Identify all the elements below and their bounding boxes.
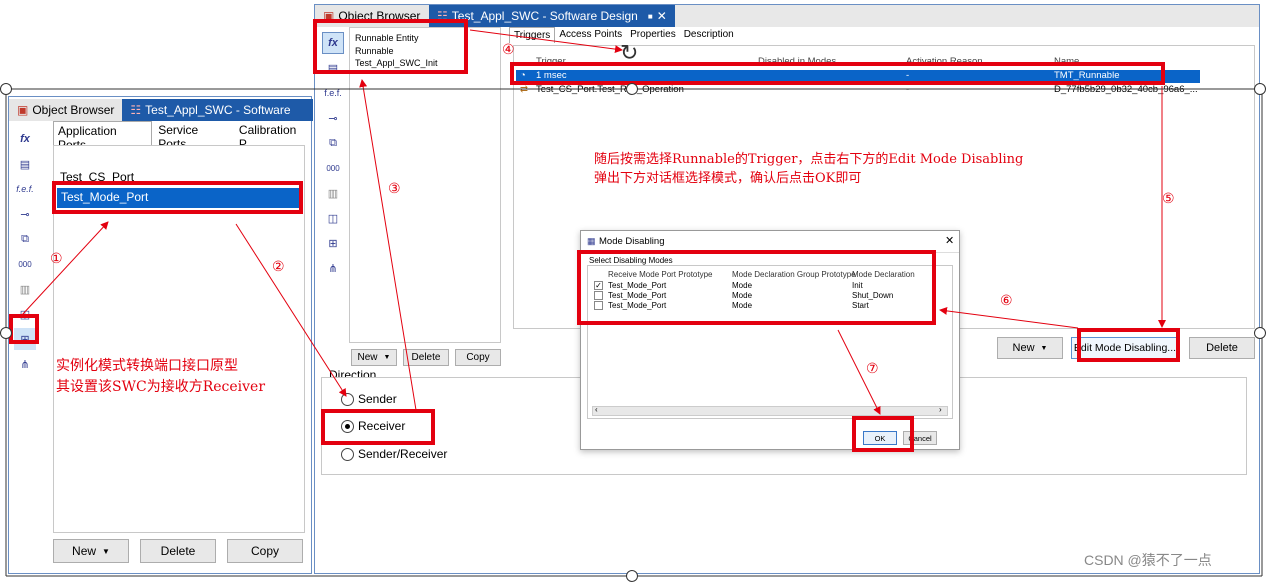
resize-handle[interactable] [0,83,12,95]
note-right-1: 随后按需选择Runnable的Trigger，点击右下方的Edit Mode D… [594,152,1024,167]
step-2-label: ② [272,258,285,274]
note-left-2: 其设置该SWC为接收方Receiver [56,379,266,395]
step-1-label: ① [50,250,63,266]
step-4-label: ④ [502,41,515,57]
step-6-label: ⑥ [1000,292,1013,308]
note-left-1: 实例化模式转换端口接口原型 [56,358,238,374]
csdn-watermark: CSDN @猿不了一点 [1084,552,1212,568]
resize-handle[interactable] [0,327,12,339]
step-3-label: ③ [388,180,401,196]
rotate-handle-icon[interactable]: ↻ [620,40,638,66]
resize-handle[interactable] [626,83,638,95]
step-7-label: ⑦ [866,360,879,376]
resize-handle[interactable] [626,570,638,582]
resize-handle[interactable] [1254,83,1266,95]
note-right-2: 弹出下方对话框选择模式，确认后点击OK即可 [594,171,862,186]
step-5-label: ⑤ [1162,190,1175,206]
resize-handle[interactable] [1254,327,1266,339]
